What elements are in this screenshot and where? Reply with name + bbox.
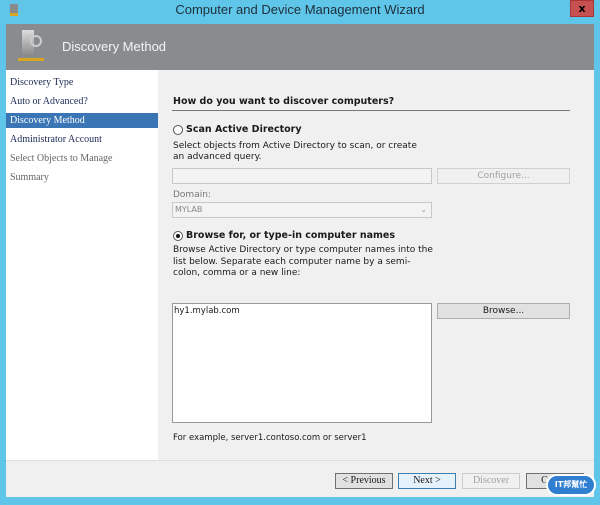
wizard-steps: Discovery Type Auto or Advanced? Discove… bbox=[6, 70, 158, 460]
magnifier-icon bbox=[30, 35, 42, 47]
window-title: Computer and Device Management Wizard bbox=[175, 2, 425, 17]
watermark-logo: IT邦幫忙 bbox=[546, 474, 596, 496]
step-auto-or-advanced[interactable]: Auto or Advanced? bbox=[6, 94, 158, 109]
previous-button[interactable]: < Previous bbox=[335, 473, 393, 489]
network-base-icon bbox=[18, 58, 44, 61]
browse-radio[interactable] bbox=[173, 231, 183, 241]
step-administrator-account[interactable]: Administrator Account bbox=[6, 132, 158, 147]
heading-divider bbox=[172, 110, 570, 111]
chevron-down-icon: ⌄ bbox=[420, 205, 427, 214]
step-discovery-method[interactable]: Discovery Method bbox=[6, 113, 158, 128]
scan-ad-label[interactable]: Scan Active Directory bbox=[186, 124, 302, 135]
close-button[interactable]: x bbox=[570, 0, 594, 17]
question-heading: How do you want to discover computers? bbox=[173, 96, 395, 107]
browse-description: Browse Active Directory or type computer… bbox=[173, 245, 433, 278]
step-select-objects: Select Objects to Manage bbox=[10, 153, 113, 164]
next-button[interactable]: Next > bbox=[398, 473, 456, 489]
discover-button: Discover bbox=[462, 473, 520, 489]
browse-button[interactable]: Browse... bbox=[437, 303, 570, 319]
domain-label: Domain: bbox=[173, 190, 211, 200]
computer-names-textarea[interactable]: hy1.mylab.com bbox=[172, 303, 432, 423]
wizard-header: Discovery Method bbox=[6, 24, 594, 70]
step-summary: Summary bbox=[10, 172, 49, 183]
browse-label[interactable]: Browse for, or type-in computer names bbox=[186, 230, 395, 241]
scan-ad-radio[interactable] bbox=[173, 125, 183, 135]
page-title: Discovery Method bbox=[62, 39, 167, 54]
step-discovery-type[interactable]: Discovery Type bbox=[6, 75, 158, 90]
scan-ad-description: Select objects from Active Directory to … bbox=[173, 141, 417, 162]
example-text: For example, server1.contoso.com or serv… bbox=[173, 433, 367, 443]
configure-button[interactable]: Configure... bbox=[437, 168, 570, 184]
domain-select[interactable]: MYLAB ⌄ bbox=[172, 202, 432, 218]
domain-value: MYLAB bbox=[175, 205, 203, 214]
ad-query-input[interactable] bbox=[172, 168, 432, 184]
